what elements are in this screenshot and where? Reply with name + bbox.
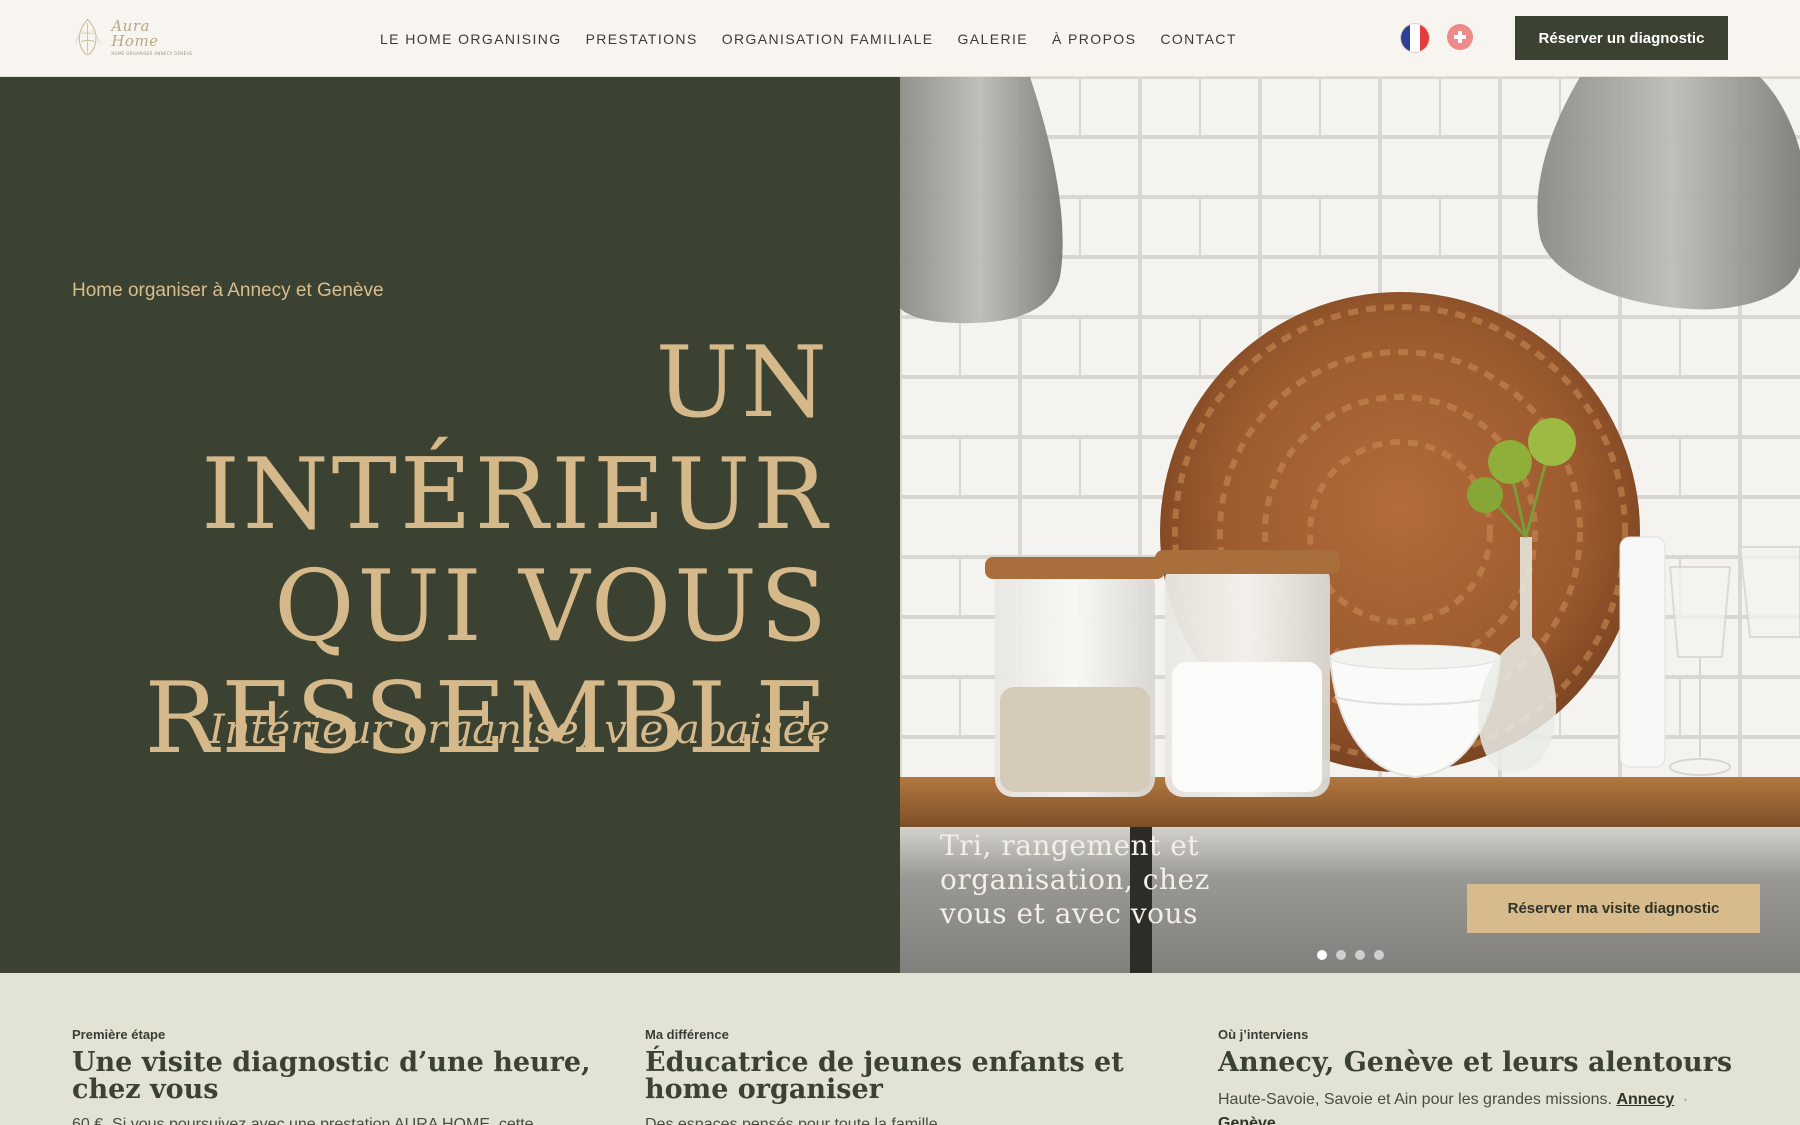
logo-illustration-icon bbox=[75, 18, 101, 56]
features-strip: Première étape Une visite diagnostic d’u… bbox=[0, 973, 1800, 1125]
feature-text: 60 €. Si vous poursuivez avec une presta… bbox=[72, 1116, 534, 1125]
hero-title-line: UN INTÉRIEUR bbox=[201, 326, 830, 552]
hero-title-line: QUI VOUS bbox=[274, 550, 830, 664]
logo-name: Aura Home bbox=[111, 16, 159, 50]
geneve-link[interactable]: Genève bbox=[1218, 1115, 1276, 1125]
nav-item-organisation-familiale[interactable]: ORGANISATION FAMILIALE bbox=[710, 31, 946, 47]
hero-slider: Tri, rangement et organisation, chez vou… bbox=[900, 77, 1800, 973]
site-header: Aura Home HOME ORGANISER ANNECY GENÈVE L… bbox=[0, 0, 1800, 77]
hero-text-panel: Home organiser à Annecy et Genève UN INT… bbox=[0, 77, 900, 973]
slider-dot[interactable] bbox=[1355, 950, 1365, 960]
feature-label: Première étape bbox=[72, 1027, 166, 1042]
slider-dot[interactable] bbox=[1317, 950, 1327, 960]
feature-text-body: Haute-Savoie, Savoie et Ain pour les gra… bbox=[1218, 1091, 1612, 1108]
france-flag-icon[interactable] bbox=[1400, 23, 1430, 53]
nav-item-prestations[interactable]: PRESTATIONS bbox=[574, 31, 710, 47]
book-diagnostic-button[interactable]: Réserver un diagnostic bbox=[1515, 16, 1728, 60]
switzerland-flag-icon[interactable] bbox=[1447, 24, 1473, 50]
nav-item-a-propos[interactable]: À PROPOS bbox=[1040, 31, 1148, 47]
hero-kicker: Home organiser à Annecy et Genève bbox=[72, 280, 384, 301]
feature-title: Annecy, Genève et leurs alentours bbox=[1218, 1047, 1733, 1078]
feature-label: Ma différence bbox=[645, 1027, 729, 1042]
slider-dot[interactable] bbox=[1336, 950, 1346, 960]
feature-title: Éducatrice de jeunes enfants et home org… bbox=[645, 1047, 1124, 1105]
slide-caption: Tri, rangement et organisation, chez vou… bbox=[940, 829, 1210, 930]
main-nav: LE HOME ORGANISING PRESTATIONS ORGANISAT… bbox=[380, 0, 1249, 77]
nav-item-contact[interactable]: CONTACT bbox=[1148, 31, 1248, 47]
nav-item-home-organising[interactable]: LE HOME ORGANISING bbox=[380, 31, 574, 47]
nav-item-galerie[interactable]: GALERIE bbox=[946, 31, 1041, 47]
feature-label: Où j’interviens bbox=[1218, 1027, 1309, 1042]
link-separator: · bbox=[1682, 1091, 1689, 1108]
feature-text: Des espaces pensés pour toute la famille… bbox=[645, 1116, 943, 1125]
annecy-link[interactable]: Annecy bbox=[1616, 1091, 1674, 1108]
logo-tagline: HOME ORGANISER ANNECY GENÈVE bbox=[111, 50, 193, 56]
aura-home-logo[interactable]: Aura Home HOME ORGANISER ANNECY GENÈVE bbox=[70, 12, 196, 62]
feature-title: Une visite diagnostic d’une heure, chez … bbox=[72, 1047, 591, 1105]
book-visit-button[interactable]: Réserver ma visite diagnostic bbox=[1467, 884, 1760, 933]
slider-dot[interactable] bbox=[1374, 950, 1384, 960]
feature-text: Haute-Savoie, Savoie et Ain pour les gra… bbox=[1218, 1088, 1738, 1125]
slider-dots bbox=[1317, 950, 1384, 960]
hero-tagline: Intérieur organisé, vie apaisée bbox=[208, 707, 830, 753]
